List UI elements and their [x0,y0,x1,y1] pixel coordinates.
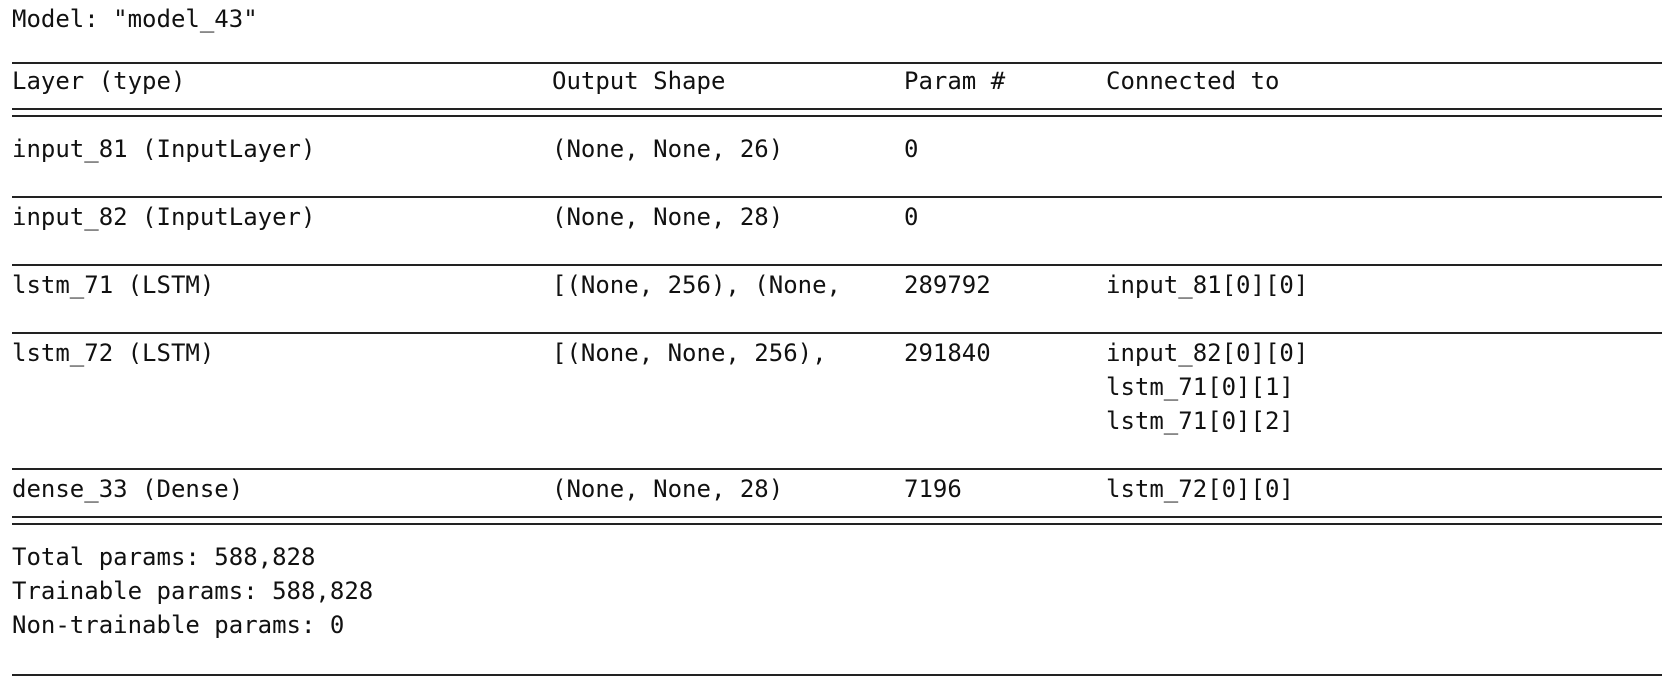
header-param-count: Param # [904,67,1006,95]
layer-name: input_81 (InputLayer) [12,135,316,163]
model-title: Model: "model_43" [12,5,258,33]
row-divider [12,196,1662,198]
connected-to: lstm_72[0][0] [1106,475,1294,503]
param-count: 291840 [904,339,991,367]
footer-double-divider [12,516,1662,526]
row-divider [12,332,1662,334]
param-count: 7196 [904,475,962,503]
layer-name: lstm_71 (LSTM) [12,271,215,299]
total-params: Total params: 588,828 [12,543,316,571]
param-count: 289792 [904,271,991,299]
output-shape: [(None, None, 256), [552,339,827,367]
top-divider [12,62,1662,64]
non-trainable-params: Non-trainable params: 0 [12,611,345,639]
header-layer-type: Layer (type) [12,67,186,95]
param-count: 0 [904,203,919,231]
connected-to: input_82[0][0] [1106,339,1309,367]
output-shape: (None, None, 28) [552,203,784,231]
bottom-divider [12,674,1662,676]
output-shape: (None, None, 28) [552,475,784,503]
trainable-params: Trainable params: 588,828 [12,577,374,605]
header-output-shape: Output Shape [552,67,726,95]
output-shape: (None, None, 26) [552,135,784,163]
connected-to: lstm_71[0][2] [1106,407,1294,435]
output-shape: [(None, 256), (None, [552,271,841,299]
layer-name: dense_33 (Dense) [12,475,244,503]
connected-to: input_81[0][0] [1106,271,1309,299]
header-double-divider [12,108,1662,118]
layer-name: input_82 (InputLayer) [12,203,316,231]
header-connected-to: Connected to [1106,67,1280,95]
param-count: 0 [904,135,919,163]
row-divider [12,264,1662,266]
layer-name: lstm_72 (LSTM) [12,339,215,367]
row-divider [12,468,1662,470]
model-summary: Model: "model_43" Layer (type) Output Sh… [12,0,1662,694]
connected-to: lstm_71[0][1] [1106,373,1294,401]
